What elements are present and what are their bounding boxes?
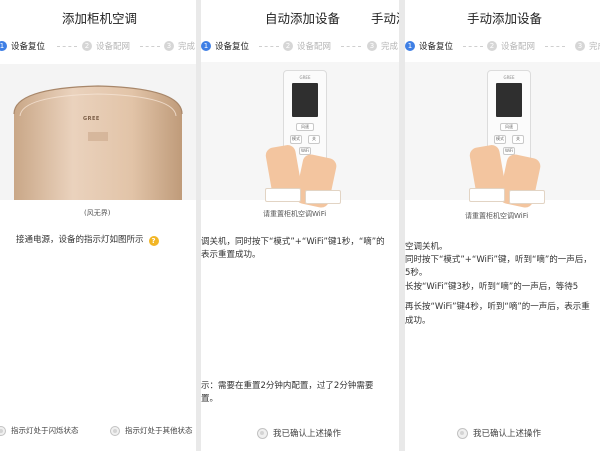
page-title: 添加柜机空调 [62,11,138,26]
step-number: 1 [0,41,7,51]
remote-brand: GREE [299,75,311,80]
panel-add-cabinet-ac: 添加柜机空调 1 设备复位 2 设备配网 3 完成 GREE (风无界) 接通电… [0,0,196,451]
sleeve [305,190,341,204]
step-reset: 1 设备复位 [0,40,45,52]
step-indicator: 1 设备复位 2 设备配网 3 完成 [201,40,399,54]
step-number: 2 [283,41,293,51]
step-label: 完成 [589,42,600,52]
step-connector [341,46,361,48]
step-label: 设备配网 [297,42,332,52]
step-number: 3 [164,41,174,51]
remote-brand: GREE [503,75,515,80]
instruction-line: 成功。 [405,316,431,326]
remote-key: 关 [512,135,524,144]
confirm-checkbox[interactable]: 我已确认上述操作 [257,427,341,439]
instruction-line: 再长按“WiFi”键4秒，听到“嘀”的一声后，表示重 [405,302,590,312]
instruction-text: 接通电源，设备的指示灯如图所示 [16,235,144,245]
step-done: 3 完成 [367,40,398,52]
step-connector [57,46,77,48]
step-label: 设备配网 [501,42,536,52]
step-number: 3 [575,41,585,51]
step-label: 设备复位 [419,42,454,52]
radio-icon[interactable] [457,427,468,439]
step-label: 设备复位 [215,42,250,52]
product-caption: (风无界) [84,209,111,217]
sleeve [509,190,545,204]
confirm-label: 我已确认上述操作 [473,429,542,439]
step-label: 完成 [381,42,399,52]
instruction-line: 5秒。 [405,268,428,278]
instruction-line: 长按“WiFi”键3秒，听到“嘀”的一声后，等待5 [405,282,579,292]
remote-key: 模式 [494,135,506,144]
image-caption: 请重置柜机空调WiFi [465,212,529,220]
step-number: 2 [487,41,497,51]
image-caption: 请重置柜机空调WiFi [263,210,327,218]
step-number: 1 [201,41,211,51]
remote-key: 关 [308,135,320,144]
step-network: 2 设备配网 [283,40,331,52]
step-number: 2 [82,41,92,51]
option-label: 指示灯处于其他状态 [125,426,193,435]
product-image: GREE [0,64,196,200]
instruction-line: 表示重置成功。 [201,250,261,260]
confirm-checkbox[interactable]: 我已确认上述操作 [457,427,541,439]
panel-auto-add-device: 自动添加设备 手动添 1 设备复位 2 设备配网 3 完成 GREE 风速 模式… [201,0,399,451]
option-label: 指示灯处于闪烁状态 [11,426,79,435]
step-reset: 1 设备复位 [201,40,249,52]
page-title: 自动添加设备 [265,11,341,26]
remote-image: GREE 风速 模式 关 WiFi [201,62,399,209]
remote-key: 风速 [500,123,518,131]
panel-manual-add-device: 手动添加设备 1 设备复位 2 设备配网 3 完成 GREE 风速 模式 关 W… [405,0,600,451]
step-connector [545,46,565,48]
radio-icon[interactable] [110,425,120,436]
step-network: 2 设备配网 [487,40,535,52]
help-icon[interactable]: ? [148,235,159,246]
remote-key: 模式 [290,135,302,144]
step-network: 2 设备配网 [82,40,130,52]
sleeve [265,188,301,202]
instruction-line: 同时按下“模式”+“WiFi”键，听到“嘀”的一声后， [405,255,592,265]
brand-logo: GREE [83,116,100,122]
option-blinking[interactable]: 指示灯处于闪烁状态 [0,425,79,436]
confirm-label: 我已确认上述操作 [273,429,342,439]
page-title: 手动添加设备 [467,11,543,26]
note-line: 置。 [201,394,219,404]
step-number: 3 [367,41,377,51]
step-number: 1 [405,41,415,51]
step-connector [463,46,483,48]
step-indicator: 1 设备复位 2 设备配网 3 完成 [0,40,196,54]
sleeve [469,188,505,202]
step-reset: 1 设备复位 [405,40,453,52]
step-label: 完成 [178,42,196,52]
instruction-line: 空调关机。 [405,242,448,252]
instruction-row: 接通电源，设备的指示灯如图所示 ? [16,234,159,247]
step-label: 设备复位 [11,42,46,52]
remote-screen [292,83,318,117]
radio-icon[interactable] [257,427,268,439]
step-indicator: 1 设备复位 2 设备配网 3 完成 [405,40,600,54]
step-done: 3 完成 [575,40,600,52]
instruction-line: 调关机，同时按下“模式”+“WiFi”键1秒，“嘀”的 [201,237,385,247]
remote-key: 风速 [296,123,314,131]
step-done: 3 完成 [164,40,195,52]
cabinet-ac-illustration [13,85,183,200]
remote-screen [496,83,522,117]
step-connector [140,46,160,48]
note-line: 示：需要在重置2分钟内配置，过了2分钟需要 [201,381,374,391]
radio-icon[interactable] [0,425,6,436]
step-connector [259,46,279,48]
option-other-state[interactable]: 指示灯处于其他状态 [110,425,193,436]
step-label: 设备配网 [96,42,131,52]
remote-image: GREE 风速 模式 关 WiFi [405,62,600,209]
tab-manual-add[interactable]: 手动添 [371,8,399,27]
